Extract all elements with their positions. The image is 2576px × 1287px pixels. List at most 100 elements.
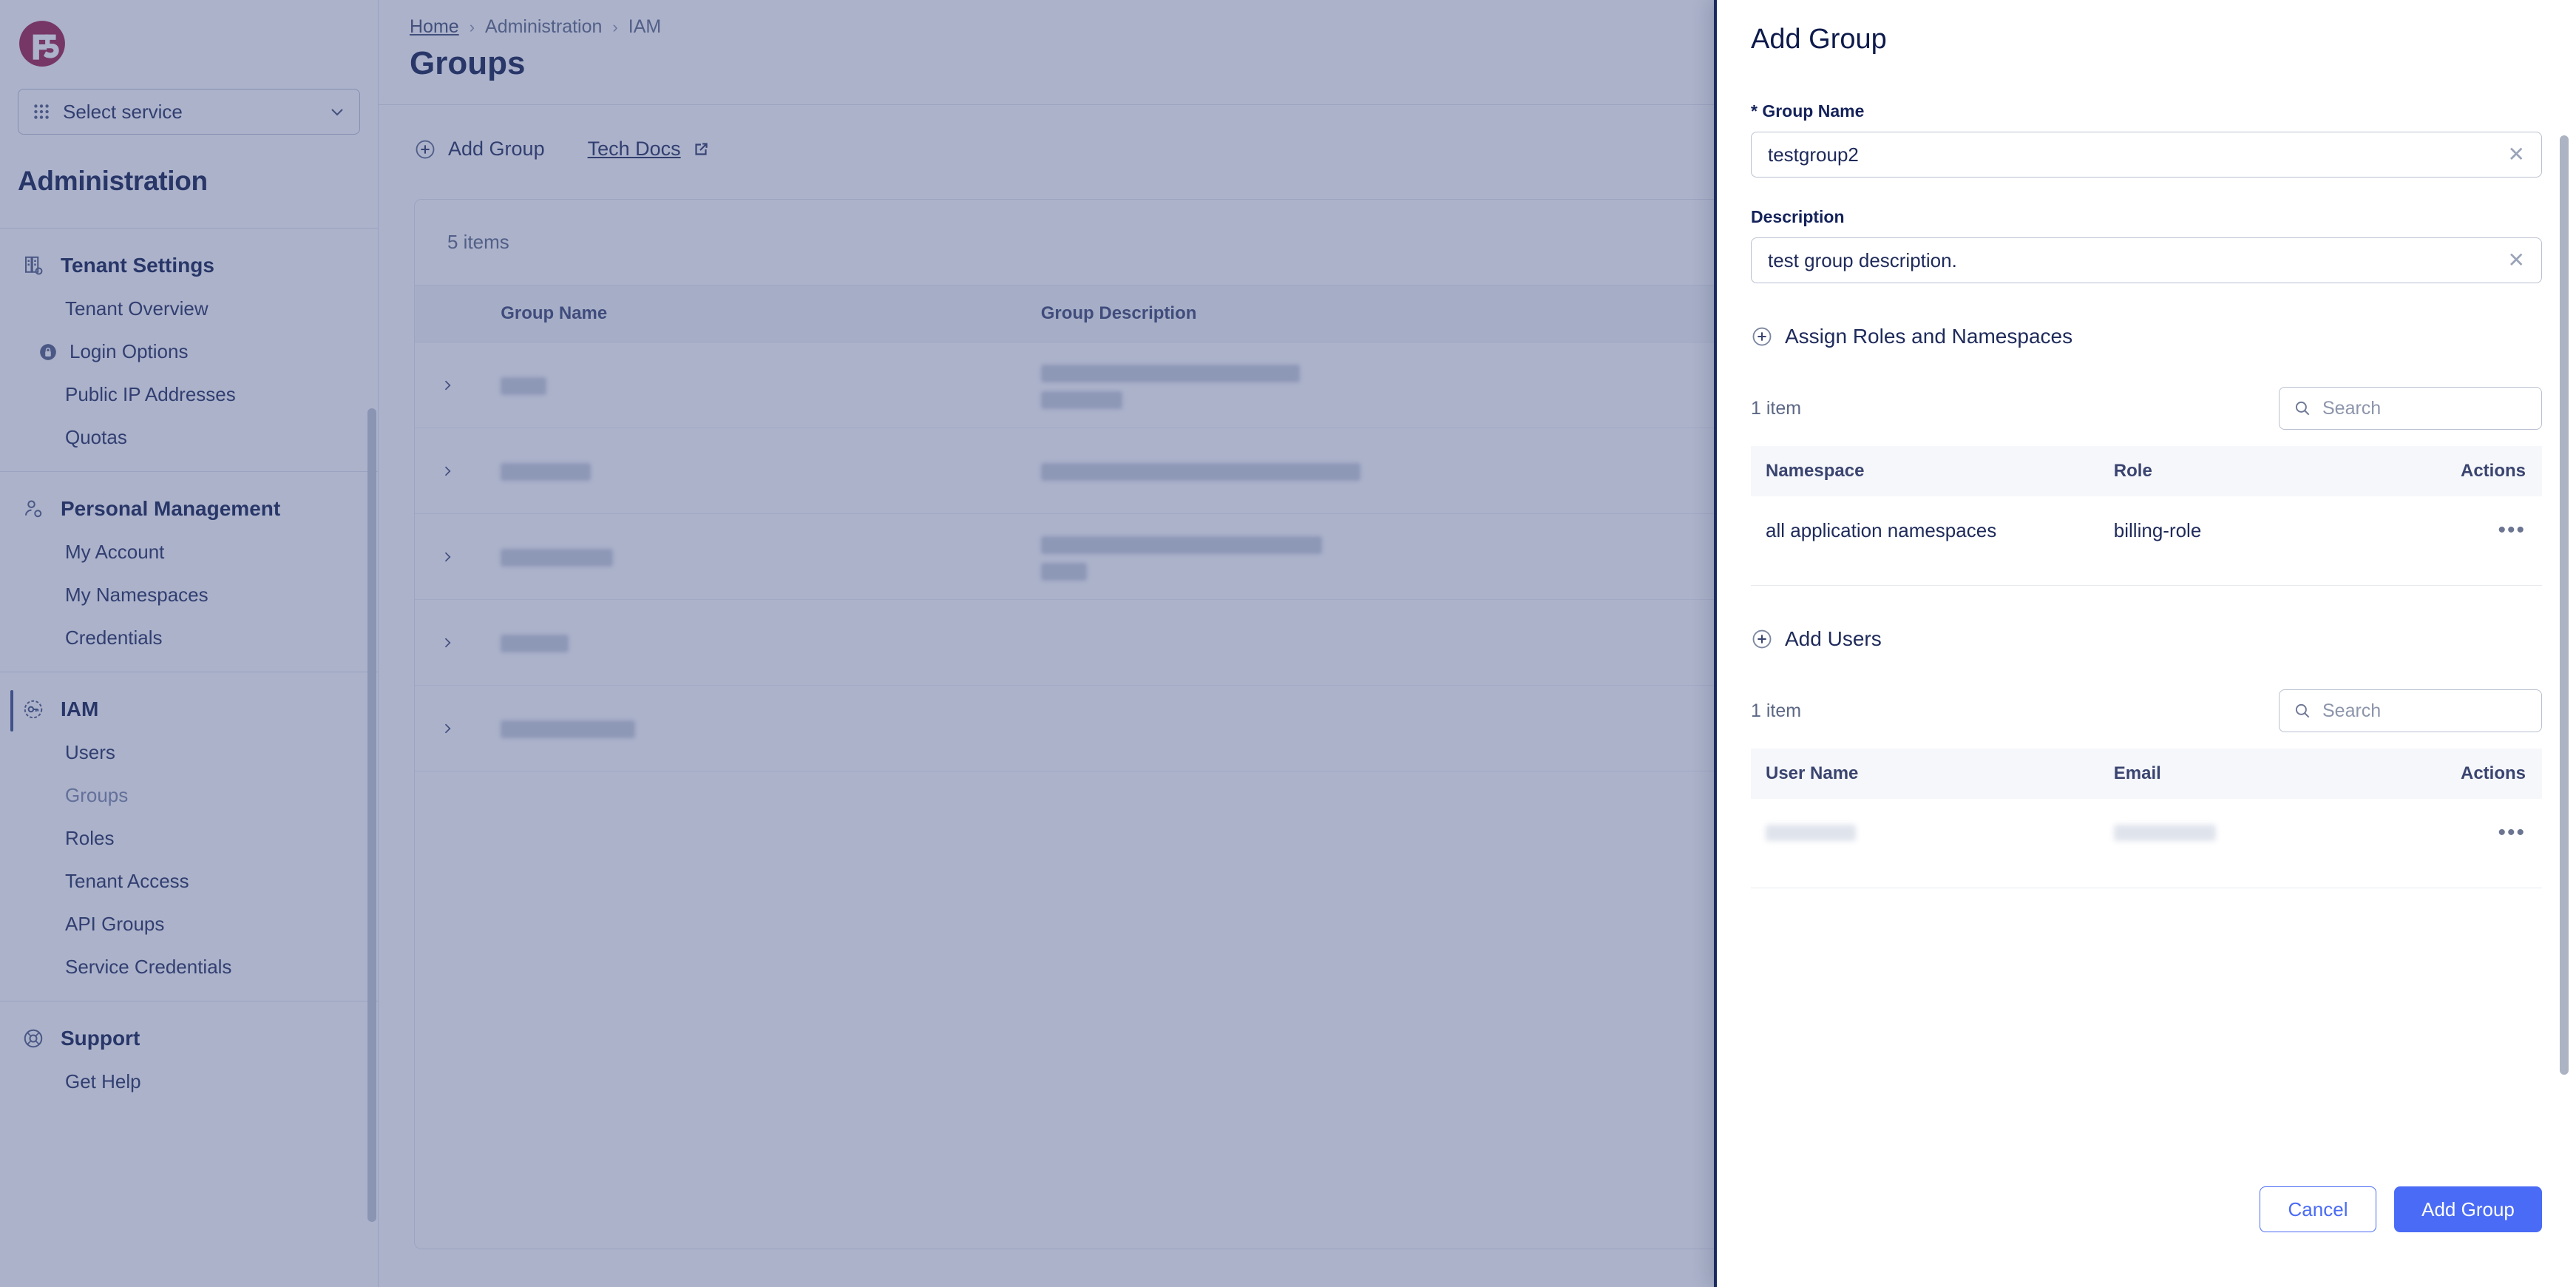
plus-circle-icon [414,138,436,161]
person-settings-icon [22,498,44,520]
sidebar: Select service Administration [0,0,379,1287]
description-label: Description [1751,207,2542,227]
sidebar-item-groups[interactable]: Groups [0,764,378,807]
sidebar-item-tenant-overview[interactable]: Tenant Overview [0,277,378,320]
drawer-body: * Group Name testgroup2 ✕ Description te… [1717,55,2576,1161]
cell-group-name [501,686,1041,771]
sidebar-item-support[interactable]: Support [0,1001,378,1050]
ellipsis-icon[interactable]: ••• [2498,518,2526,542]
add-users-button[interactable]: Add Users [1751,627,2542,651]
sidebar-item-label: Tenant Access [65,870,189,893]
description-value: test group description. [1768,249,2508,272]
roles-list-meta: 1 item Search [1751,387,2542,430]
row-expand-toggle[interactable] [415,428,501,514]
row-expand-toggle[interactable] [415,514,501,600]
sidebar-item-public-ip-addresses[interactable]: Public IP Addresses [0,363,378,406]
chevron-right-icon [440,721,455,736]
description-input[interactable]: test group description. ✕ [1751,237,2542,283]
sidebar-section-title: Administration [0,135,378,197]
sidebar-item-my-account[interactable]: My Account [0,521,378,564]
chevron-right-icon [440,378,455,393]
sidebar-item-get-help[interactable]: Get Help [0,1050,378,1093]
sidebar-item-label: Get Help [65,1070,141,1093]
cell-group-name [501,342,1041,428]
sidebar-item-label: Support [61,1027,140,1050]
ellipsis-icon[interactable]: ••• [2498,820,2526,845]
f5-logo-icon [18,19,67,68]
grid-icon [32,102,51,121]
sidebar-item-my-namespaces[interactable]: My Namespaces [0,564,378,607]
group-name-input[interactable]: testgroup2 ✕ [1751,132,2542,178]
chevron-down-icon [328,103,346,121]
cell-email [2099,799,2384,867]
roles-search-input[interactable]: Search [2279,387,2542,430]
cell-group-name [501,600,1041,686]
row-expand-toggle[interactable] [415,342,501,428]
users-search-input[interactable]: Search [2279,689,2542,732]
lifebuoy-icon [22,1027,44,1050]
cancel-button[interactable]: Cancel [2260,1186,2376,1232]
breadcrumb-item-administration[interactable]: Administration [485,16,602,38]
service-selector[interactable]: Select service [18,89,360,135]
sidebar-item-label: Quotas [65,426,127,449]
breadcrumb-separator: › [612,18,617,37]
sidebar-item-iam[interactable]: IAM [0,672,378,721]
sidebar-item-label: API Groups [65,913,164,936]
table-header-email: Email [2099,749,2384,799]
sidebar-item-label: Users [65,741,115,764]
breadcrumb-separator: › [470,18,475,37]
row-expand-toggle[interactable] [415,600,501,686]
sidebar-item-label: Tenant Overview [65,297,209,320]
assign-roles-namespaces-button[interactable]: Assign Roles and Namespaces [1751,325,2542,348]
sidebar-item-quotas[interactable]: Quotas [0,406,378,449]
sidebar-item-label: Credentials [65,626,163,649]
drawer-scrollbar[interactable] [2560,135,2569,1075]
plus-circle-icon [1751,628,1773,650]
sidebar-item-tenant-access[interactable]: Tenant Access [0,850,378,893]
cell-user-name [1751,799,2099,867]
users-item-count: 1 item [1751,700,1801,722]
table-header-row: Namespace Role Actions [1751,446,2542,496]
sidebar-item-tenant-settings[interactable]: Tenant Settings [0,229,378,277]
nav-group-iam: IAM Users Groups Roles Tenant Access API… [0,672,378,1001]
roles-table-body: all application namespaces billing-role … [1751,496,2542,564]
tech-docs-link[interactable]: Tech Docs [588,138,711,161]
row-expand-toggle[interactable] [415,686,501,771]
table-row: ••• [1751,799,2542,867]
users-table: User Name Email Actions ••• [1751,749,2542,867]
sidebar-item-label: My Account [65,541,164,564]
external-link-icon [691,140,711,159]
sidebar-item-label: Login Options [70,340,188,363]
lock-icon [38,342,58,362]
sidebar-item-personal-management[interactable]: Personal Management [0,472,378,521]
add-group-drawer: Add Group * Group Name testgroup2 ✕ Desc… [1714,0,2576,1287]
cell-role-link[interactable]: billing-role [2099,496,2384,564]
cell-actions[interactable]: ••• [2384,799,2542,867]
sidebar-scrollbar[interactable] [367,408,376,1222]
cell-actions[interactable]: ••• [2384,496,2542,564]
sidebar-item-service-credentials[interactable]: Service Credentials [0,936,378,979]
close-icon[interactable]: ✕ [2508,250,2525,271]
add-group-button[interactable]: Add Group [414,138,545,161]
sidebar-item-label: My Namespaces [65,584,209,607]
service-selector-label: Select service [63,101,316,124]
submit-add-group-button[interactable]: Add Group [2394,1186,2542,1232]
chevron-right-icon [440,635,455,650]
table-header-group-name[interactable]: Group Name [501,286,1041,342]
breadcrumb-item-home[interactable]: Home [410,16,459,38]
sidebar-item-users[interactable]: Users [0,721,378,764]
sidebar-item-label: Service Credentials [65,956,231,979]
group-name-value: testgroup2 [1768,143,2508,166]
logo-container[interactable] [0,0,378,68]
drawer-title: Add Group [1717,0,2576,55]
sidebar-item-api-groups[interactable]: API Groups [0,893,378,936]
sidebar-item-label: Groups [65,784,128,807]
sidebar-item-login-options[interactable]: Login Options [0,320,378,363]
sidebar-item-label: IAM [61,697,98,721]
breadcrumb-item-iam[interactable]: IAM [628,16,661,38]
sidebar-item-roles[interactable]: Roles [0,807,378,850]
sidebar-item-credentials[interactable]: Credentials [0,607,378,649]
chevron-right-icon [440,464,455,479]
table-row: all application namespaces billing-role … [1751,496,2542,564]
close-icon[interactable]: ✕ [2508,144,2525,165]
